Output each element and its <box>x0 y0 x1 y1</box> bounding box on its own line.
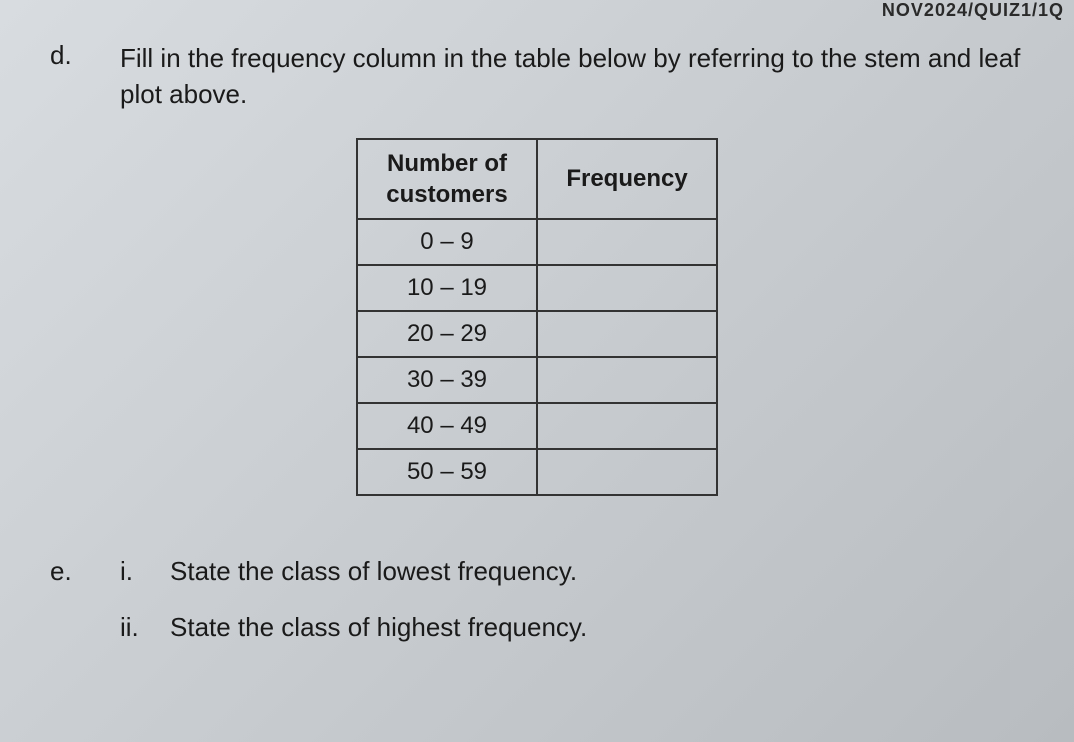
question-e-item-text: State the class of lowest frequency. <box>170 556 1034 587</box>
question-e-item-label: i. <box>120 556 170 587</box>
question-e-block: e. i. State the class of lowest frequenc… <box>40 556 1034 668</box>
table-row: 40 – 49 <box>357 403 717 449</box>
table-cell-frequency <box>537 265 717 311</box>
question-e-item: ii. State the class of highest frequency… <box>120 612 1034 643</box>
question-d-label: d. <box>40 40 120 113</box>
question-e-item-text: State the class of highest frequency. <box>170 612 1034 643</box>
table-cell-frequency <box>537 449 717 495</box>
table-cell-range: 20 – 29 <box>357 311 537 357</box>
page-header-fragment: NOV2024/QUIZ1/1Q <box>882 0 1064 21</box>
table-cell-range: 40 – 49 <box>357 403 537 449</box>
table-row: 20 – 29 <box>357 311 717 357</box>
table-cell-frequency <box>537 403 717 449</box>
table-row: 10 – 19 <box>357 265 717 311</box>
table-cell-frequency <box>537 219 717 265</box>
table-cell-frequency <box>537 357 717 403</box>
question-d-text: Fill in the frequency column in the tabl… <box>120 40 1034 113</box>
question-d-block: d. Fill in the frequency column in the t… <box>40 40 1034 113</box>
table-cell-range: 10 – 19 <box>357 265 537 311</box>
table-cell-range: 50 – 59 <box>357 449 537 495</box>
table-header-frequency: Frequency <box>537 139 717 219</box>
question-e-label: e. <box>40 556 120 668</box>
table-cell-frequency <box>537 311 717 357</box>
table-row: 0 – 9 <box>357 219 717 265</box>
question-e-item-label: ii. <box>120 612 170 643</box>
table-header-customers-line1: Number of <box>387 150 507 177</box>
table-cell-range: 30 – 39 <box>357 357 537 403</box>
table-header-customers: Number of customers <box>357 139 537 219</box>
table-header-customers-line2: customers <box>386 181 507 208</box>
frequency-table-wrap: Number of customers Frequency 0 – 9 10 –… <box>40 138 1034 496</box>
frequency-table: Number of customers Frequency 0 – 9 10 –… <box>356 138 718 496</box>
question-e-list: i. State the class of lowest frequency. … <box>120 556 1034 668</box>
table-cell-range: 0 – 9 <box>357 219 537 265</box>
table-row: 50 – 59 <box>357 449 717 495</box>
table-row: 30 – 39 <box>357 357 717 403</box>
question-e-item: i. State the class of lowest frequency. <box>120 556 1034 587</box>
